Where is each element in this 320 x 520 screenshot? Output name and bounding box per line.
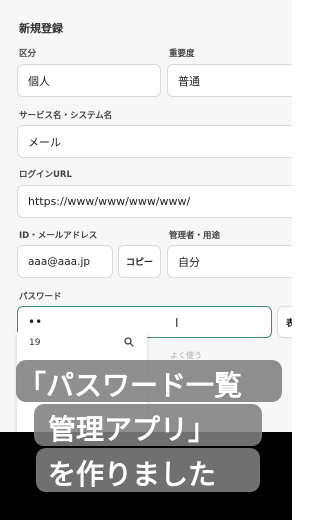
- category-select[interactable]: 個人: [17, 64, 161, 97]
- password-show-button[interactable]: 表: [277, 306, 292, 338]
- password-value: ••: [28, 315, 43, 329]
- copy-button[interactable]: コピー: [118, 245, 161, 278]
- importance-label: 重要度: [169, 49, 195, 59]
- search-icon: [124, 337, 134, 347]
- importance-select[interactable]: 普通: [167, 64, 292, 97]
- category-value: 個人: [28, 74, 50, 88]
- service-label: サービス名・システム名: [19, 111, 113, 121]
- manager-input[interactable]: 自分: [167, 245, 292, 278]
- importance-value: 普通: [178, 74, 200, 88]
- login-url-input[interactable]: https://www/www/www/www/: [17, 185, 292, 218]
- password-label: パスワード: [19, 292, 62, 302]
- caption-line-2: 管理アプリ」: [48, 413, 217, 446]
- login-url-value: https://www/www/www/www/: [28, 195, 191, 208]
- manager-label: 管理者・用途: [169, 231, 221, 241]
- account-label: ID・メールアドレス: [19, 231, 98, 241]
- manager-value: 自分: [178, 255, 200, 269]
- caption-line-1: 「パスワード一覧: [18, 369, 243, 402]
- account-value: aaa@aaa.jp: [28, 255, 91, 268]
- dropdown-item[interactable]: 19: [29, 338, 40, 348]
- service-input[interactable]: メール: [17, 125, 292, 158]
- caption-line-3: を作りました: [48, 458, 217, 491]
- form-title: 新規登録: [19, 22, 63, 35]
- text-cursor-icon: Ⅰ: [175, 316, 179, 330]
- category-label: 区分: [19, 49, 37, 59]
- account-input[interactable]: aaa@aaa.jp: [17, 245, 113, 278]
- login-url-label: ログインURL: [19, 170, 72, 180]
- service-value: メール: [28, 135, 61, 149]
